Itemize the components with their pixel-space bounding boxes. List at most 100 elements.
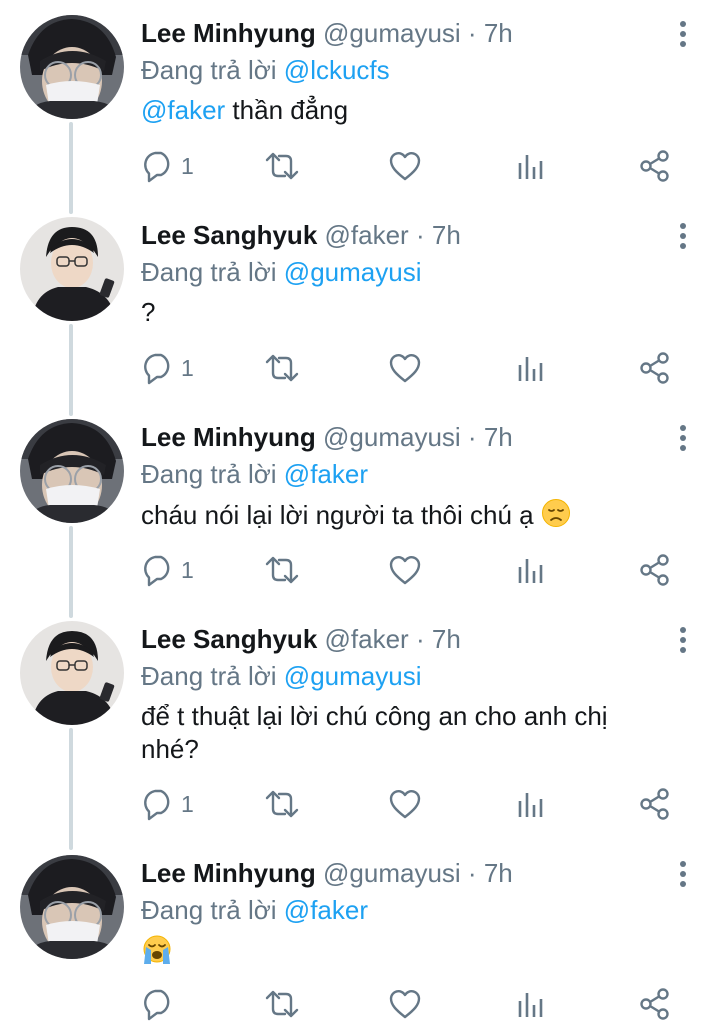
retweet-button[interactable] bbox=[263, 348, 301, 388]
reply-count: 1 bbox=[181, 790, 194, 817]
tweet-header: Lee Minhyung @gumayusi · 7h bbox=[141, 418, 719, 456]
tweet-header: Lee Sanghyuk @faker · 7h bbox=[141, 620, 719, 658]
tweet-header: Lee Sanghyuk @faker · 7h bbox=[141, 216, 719, 254]
tweet[interactable]: Lee Sanghyuk @faker · 7h Đang trả lời @g… bbox=[0, 606, 719, 840]
timestamp[interactable]: 7h bbox=[484, 18, 513, 48]
timestamp[interactable]: 7h bbox=[432, 220, 461, 250]
disappointed-face-icon bbox=[541, 498, 571, 536]
avatar-gumayusi[interactable] bbox=[20, 419, 124, 523]
heart-icon bbox=[388, 987, 422, 1021]
tweet-body: thần đẳng bbox=[225, 95, 349, 125]
reply-button[interactable]: 1 bbox=[141, 784, 194, 824]
display-name[interactable]: Lee Sanghyuk bbox=[141, 624, 317, 654]
username[interactable]: @gumayusi bbox=[323, 858, 461, 888]
replying-to-label: Đang trả lời bbox=[141, 257, 277, 287]
display-name[interactable]: Lee Minhyung bbox=[141, 858, 316, 888]
retweet-icon bbox=[263, 987, 301, 1021]
replying-to: Đang trả lời @gumayusi bbox=[141, 658, 719, 694]
reply-count: 1 bbox=[181, 354, 194, 381]
views-button[interactable] bbox=[516, 146, 546, 186]
separator-dot: · bbox=[415, 220, 425, 250]
username[interactable]: @gumayusi bbox=[323, 422, 461, 452]
share-button[interactable] bbox=[638, 146, 672, 186]
separator-dot: · bbox=[467, 422, 477, 452]
like-button[interactable] bbox=[388, 784, 422, 824]
heart-icon bbox=[388, 149, 422, 183]
replying-to-label: Đang trả lời bbox=[141, 661, 277, 691]
avatar-gumayusi[interactable] bbox=[20, 15, 124, 119]
like-button[interactable] bbox=[388, 348, 422, 388]
views-button[interactable] bbox=[516, 984, 546, 1024]
replying-to-mention[interactable]: @lckucfs bbox=[284, 55, 390, 85]
username[interactable]: @gumayusi bbox=[323, 18, 461, 48]
reply-button[interactable]: 1 bbox=[141, 348, 194, 388]
display-name[interactable]: Lee Sanghyuk bbox=[141, 220, 317, 250]
tweet[interactable]: Lee Minhyung @gumayusi · 7h Đang trả lời… bbox=[0, 840, 719, 1032]
retweet-button[interactable] bbox=[263, 550, 301, 590]
more-options-icon[interactable] bbox=[677, 860, 689, 888]
tweet-body: ? bbox=[141, 297, 156, 327]
reply-button[interactable]: 1 bbox=[141, 146, 194, 186]
avatar-faker[interactable] bbox=[20, 621, 124, 725]
timestamp[interactable]: 7h bbox=[484, 422, 513, 452]
tweet[interactable]: Lee Minhyung @gumayusi · 7h Đang trả lời… bbox=[0, 0, 719, 202]
retweet-button[interactable] bbox=[263, 146, 301, 186]
retweet-button[interactable] bbox=[263, 984, 301, 1024]
tweet-text: ? bbox=[141, 296, 641, 329]
analytics-icon bbox=[516, 553, 546, 587]
text-mention[interactable]: @faker bbox=[141, 95, 225, 125]
tweet-body: cháu nói lại lời người ta thôi chú ạ bbox=[141, 499, 541, 530]
reply-button[interactable] bbox=[141, 984, 181, 1024]
more-options-icon[interactable] bbox=[677, 424, 689, 452]
like-button[interactable] bbox=[388, 146, 422, 186]
tweet-text: để t thuật lại lời chú công an cho anh c… bbox=[141, 700, 641, 766]
username[interactable]: @faker bbox=[325, 624, 409, 654]
reply-count: 1 bbox=[181, 556, 194, 583]
tweet-actions: 1 bbox=[141, 784, 681, 824]
replying-to-mention[interactable]: @gumayusi bbox=[284, 257, 422, 287]
replying-to-mention[interactable]: @gumayusi bbox=[284, 661, 422, 691]
reply-icon bbox=[141, 351, 175, 385]
tweet-actions: 1 bbox=[141, 550, 681, 590]
replying-to-mention[interactable]: @faker bbox=[284, 459, 368, 489]
retweet-button[interactable] bbox=[263, 784, 301, 824]
views-button[interactable] bbox=[516, 784, 546, 824]
views-button[interactable] bbox=[516, 550, 546, 590]
replying-to-mention[interactable]: @faker bbox=[284, 895, 368, 925]
more-options-icon[interactable] bbox=[677, 222, 689, 250]
separator-dot: · bbox=[467, 858, 477, 888]
share-button[interactable] bbox=[638, 550, 672, 590]
tweet-text bbox=[141, 934, 641, 974]
more-options-icon[interactable] bbox=[677, 626, 689, 654]
reply-icon bbox=[141, 149, 175, 183]
analytics-icon bbox=[516, 149, 546, 183]
share-button[interactable] bbox=[638, 984, 672, 1024]
heart-icon bbox=[388, 351, 422, 385]
heart-icon bbox=[388, 787, 422, 821]
share-button[interactable] bbox=[638, 784, 672, 824]
timestamp[interactable]: 7h bbox=[484, 858, 513, 888]
replying-to: Đang trả lời @faker bbox=[141, 456, 719, 492]
share-icon bbox=[638, 553, 672, 587]
views-button[interactable] bbox=[516, 348, 546, 388]
display-name[interactable]: Lee Minhyung bbox=[141, 18, 316, 48]
tweet[interactable]: Lee Minhyung @gumayusi · 7h Đang trả lời… bbox=[0, 404, 719, 606]
like-button[interactable] bbox=[388, 984, 422, 1024]
analytics-icon bbox=[516, 787, 546, 821]
username[interactable]: @faker bbox=[325, 220, 409, 250]
display-name[interactable]: Lee Minhyung bbox=[141, 422, 316, 452]
share-icon bbox=[638, 987, 672, 1021]
replying-to: Đang trả lời @faker bbox=[141, 892, 719, 928]
replying-to-label: Đang trả lời bbox=[141, 459, 277, 489]
timestamp[interactable]: 7h bbox=[432, 624, 461, 654]
separator-dot: · bbox=[415, 624, 425, 654]
retweet-icon bbox=[263, 787, 301, 821]
reply-button[interactable]: 1 bbox=[141, 550, 194, 590]
avatar-gumayusi[interactable] bbox=[20, 855, 124, 959]
like-button[interactable] bbox=[388, 550, 422, 590]
tweet-body: để t thuật lại lời chú công an cho anh c… bbox=[141, 701, 608, 764]
tweet[interactable]: Lee Sanghyuk @faker · 7h Đang trả lời @g… bbox=[0, 202, 719, 404]
avatar-faker[interactable] bbox=[20, 217, 124, 321]
more-options-icon[interactable] bbox=[677, 20, 689, 48]
share-button[interactable] bbox=[638, 348, 672, 388]
